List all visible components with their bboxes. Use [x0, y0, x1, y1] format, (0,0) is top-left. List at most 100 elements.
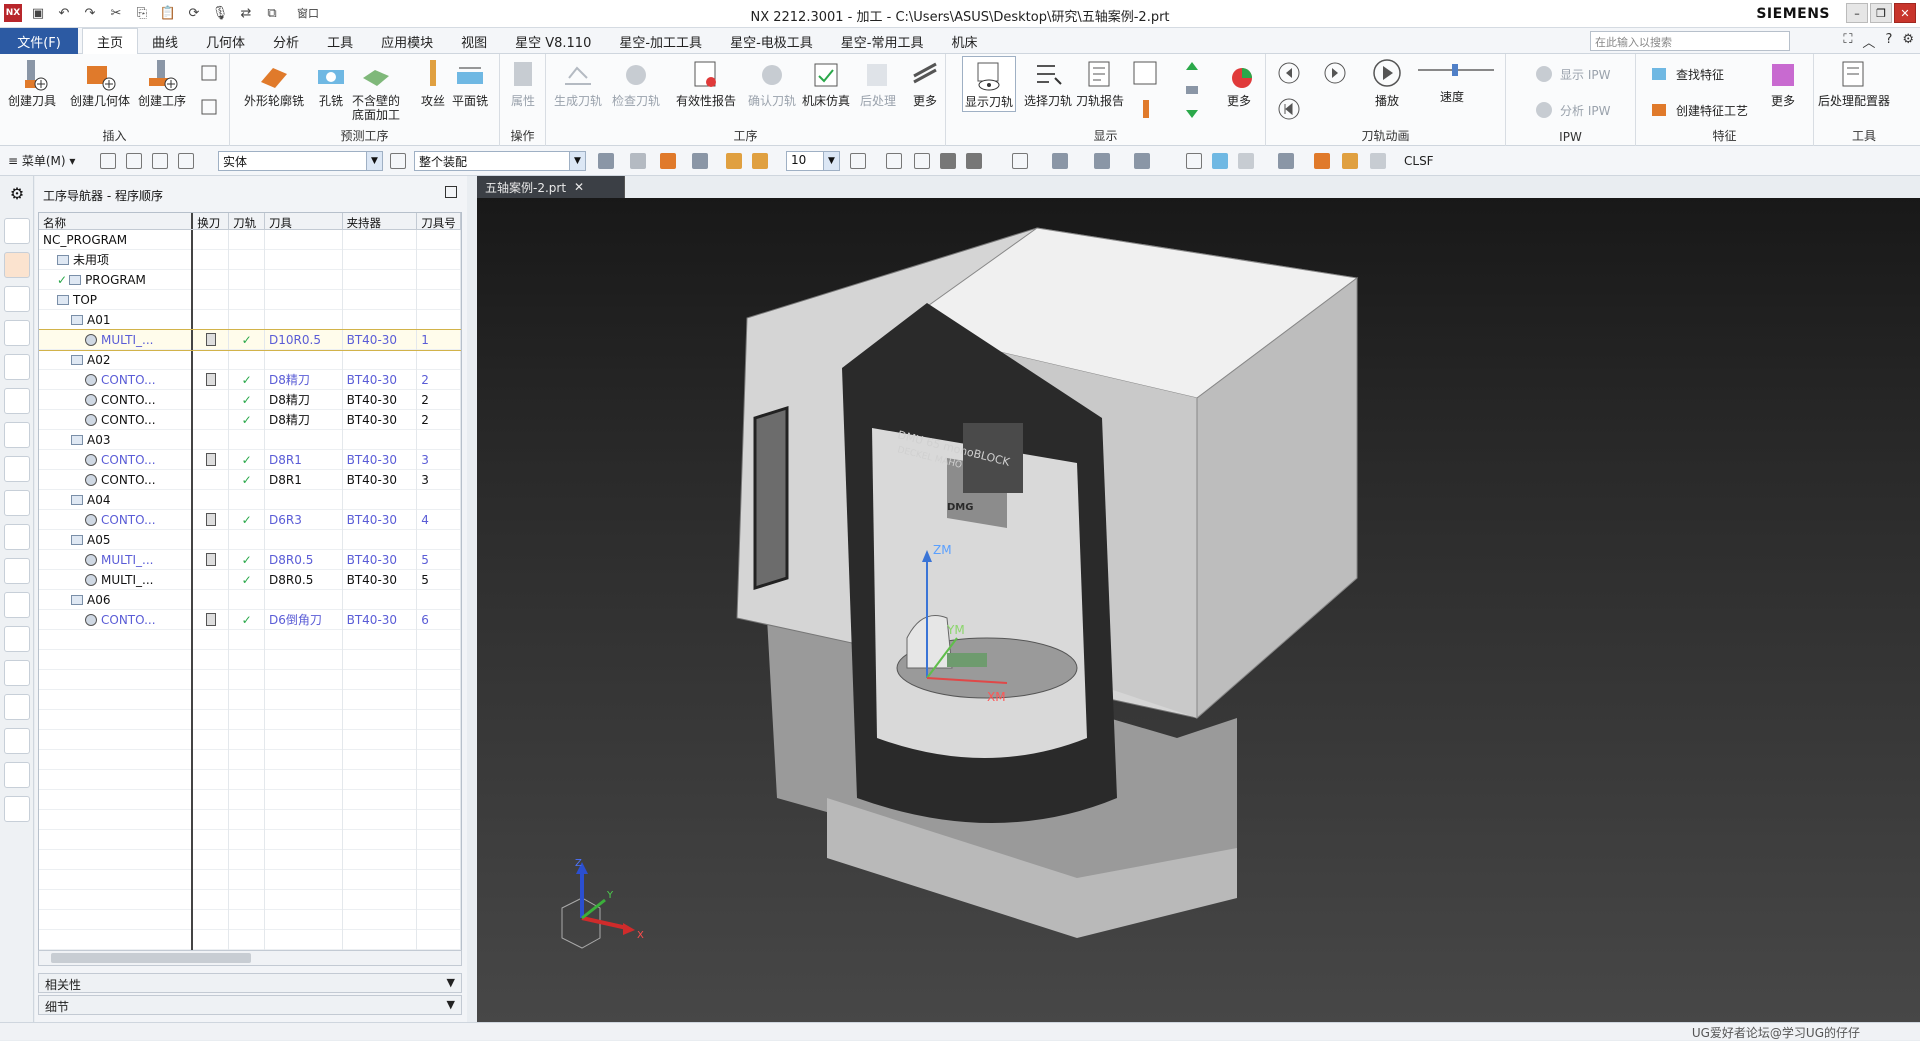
hd3d-tools-icon[interactable]	[4, 422, 30, 448]
restore-button[interactable]: ❐	[1870, 3, 1892, 23]
post-configurator-button[interactable]: 后处理配置器	[1818, 58, 1890, 108]
row-name-cell[interactable]: A04	[39, 489, 194, 510]
roles-icon[interactable]	[4, 592, 30, 618]
table-row[interactable]: CONTO... ✓ D6R3 BT40-30 4	[39, 509, 461, 530]
postprocess-button[interactable]: 后处理	[860, 58, 896, 108]
col-toolchange[interactable]: 换刀	[193, 213, 230, 229]
snap-icon-4[interactable]	[692, 153, 708, 169]
row-name-cell[interactable]: CONTO...	[39, 449, 194, 470]
fixture-icon[interactable]	[4, 762, 30, 788]
help-icon[interactable]: ?	[1885, 32, 1892, 51]
tab-curve[interactable]: 曲线	[138, 28, 192, 54]
table-row[interactable]: A04	[39, 489, 461, 510]
row-name-cell[interactable]: MULTI_...	[39, 569, 194, 590]
type-filter-select[interactable]: 实体 ▼	[218, 151, 383, 171]
main-menu-button[interactable]: ≡ 菜单(M) ▾	[8, 152, 75, 169]
view-icon-5[interactable]	[966, 153, 982, 169]
row-name-cell[interactable]: CONTO...	[39, 369, 194, 390]
table-row[interactable]: TOP	[39, 289, 461, 310]
snap-icon-2[interactable]	[630, 153, 646, 169]
fullscreen-icon[interactable]: ⛶	[1843, 32, 1852, 51]
machine-icon[interactable]	[1278, 153, 1294, 169]
table-row[interactable]: MULTI_... ✓ D10R0.5 BT40-30 1	[39, 329, 461, 351]
part-navigator-icon[interactable]	[4, 218, 30, 244]
arrow-down-icon[interactable]	[1184, 104, 1200, 120]
col-name[interactable]: 名称	[39, 213, 194, 229]
tab-home[interactable]: 主页	[82, 28, 139, 54]
close-button[interactable]: ✕	[1894, 3, 1916, 23]
tab-machine[interactable]: 机床	[937, 28, 991, 54]
gear-icon[interactable]: ⚙	[4, 184, 30, 210]
insert-extra-2-icon[interactable]	[200, 98, 218, 116]
table-row[interactable]: CONTO... ✓ D8精刀 BT40-30 2	[39, 409, 461, 430]
feature-more-button[interactable]: 更多	[1766, 58, 1800, 108]
play-button[interactable]: 播放	[1370, 58, 1404, 108]
toolbar-icon-1[interactable]	[100, 153, 116, 169]
machine-model[interactable]: ZM YM XM DMU 65 monoBLOCK DECKEL MAHO DM…	[477, 198, 1920, 1022]
tapping-button[interactable]: 攻丝	[416, 58, 450, 108]
web-browser-icon[interactable]	[4, 456, 30, 482]
create-tool-button[interactable]: 创建刀具	[8, 58, 56, 108]
tab-xingkong[interactable]: 星空 V8.110	[501, 28, 605, 54]
assembly-scope-select[interactable]: 整个装配 ▼	[414, 151, 586, 171]
decimal-places-select[interactable]: 10 ▼	[786, 151, 840, 171]
rewind-icon[interactable]	[1278, 98, 1300, 120]
toolbar-icon-2[interactable]	[126, 153, 142, 169]
table-row[interactable]: CONTO... ✓ D6倒角刀 BT40-30 6	[39, 609, 461, 630]
view-icon-2[interactable]	[886, 153, 902, 169]
table-row[interactable]: A02	[39, 349, 461, 370]
details-panel[interactable]: 细节 ▼	[38, 995, 462, 1015]
view-icon-6[interactable]	[1012, 153, 1028, 169]
view-icon-3[interactable]	[914, 153, 930, 169]
generate-toolpath-button[interactable]: 生成刀轨	[554, 58, 602, 108]
table-row[interactable]: CONTO... ✓ D8精刀 BT40-30 2	[39, 389, 461, 410]
show-ipw-button[interactable]: 显示 IPW	[1534, 64, 1610, 84]
table-row[interactable]: 未用项	[39, 249, 461, 270]
scrollbar-thumb[interactable]	[51, 953, 251, 963]
process-more-button[interactable]: 更多	[908, 58, 942, 108]
row-name-cell[interactable]: MULTI_...	[39, 329, 194, 350]
settings-icon[interactable]: ⚙	[1902, 32, 1914, 51]
document-tab[interactable]: 五轴案例-2.prt ✕	[477, 176, 625, 198]
validity-report-button[interactable]: 有效性报告	[676, 58, 736, 108]
command-search-input[interactable]: 在此输入以搜索	[1590, 31, 1790, 51]
verify-toolpath-button[interactable]: 检查刀轨	[612, 58, 660, 108]
row-name-cell[interactable]: ✓ PROGRAM	[39, 269, 194, 290]
row-name-cell[interactable]: CONTO...	[39, 409, 194, 430]
orient-view-icon[interactable]	[1094, 153, 1110, 169]
table-row[interactable]: CONTO... ✓ D8R1 BT40-30 3	[39, 469, 461, 490]
contour-milling-button[interactable]: 外形轮廓铣	[244, 58, 304, 108]
tab-xingkong-machining[interactable]: 星空-加工工具	[605, 28, 716, 54]
reuse-library-icon[interactable]	[4, 388, 30, 414]
row-name-cell[interactable]: A02	[39, 349, 194, 370]
tab-analysis[interactable]: 分析	[259, 28, 313, 54]
view-icon-4[interactable]	[940, 153, 956, 169]
floor-machining-button[interactable]: 不含壁的 底面加工	[352, 58, 400, 122]
table-row[interactable]: A03	[39, 429, 461, 450]
row-name-cell[interactable]: 未用项	[39, 249, 194, 270]
mcs-icon[interactable]	[1186, 153, 1202, 169]
create-geometry-button[interactable]: 创建几何体	[70, 58, 130, 108]
row-name-cell[interactable]: NC_PROGRAM	[39, 229, 194, 250]
stock-icon[interactable]	[1314, 153, 1330, 169]
close-tab-icon[interactable]: ✕	[574, 180, 584, 194]
row-name-cell[interactable]: A05	[39, 529, 194, 550]
col-holder[interactable]: 夹持器	[343, 213, 418, 229]
view-icon-1[interactable]	[850, 153, 866, 169]
snap-icon-3[interactable]	[660, 153, 676, 169]
process-studio-icon[interactable]	[4, 558, 30, 584]
globe-icon[interactable]	[4, 626, 30, 652]
table-row[interactable]: A01	[39, 309, 461, 330]
graphics-window[interactable]: 五轴案例-2.prt ✕ ZM YM XM DMU 65 monoBLOCK DE…	[477, 176, 1920, 1022]
constraint-navigator-icon[interactable]	[4, 354, 30, 380]
machine-navigator-icon[interactable]	[4, 286, 30, 312]
select-toolpath-button[interactable]: 选择刀轨	[1024, 58, 1072, 108]
file-menu-button[interactable]: 文件(F)	[0, 28, 78, 54]
row-name-cell[interactable]: A03	[39, 429, 194, 450]
row-name-cell[interactable]: CONTO...	[39, 469, 194, 490]
hole-milling-button[interactable]: 孔铣	[314, 58, 348, 108]
display-more-button[interactable]: 更多	[1222, 58, 1256, 108]
layers-icon[interactable]	[1184, 82, 1200, 98]
pencil-icon[interactable]	[1370, 153, 1386, 169]
maximize-panel-icon[interactable]	[445, 186, 457, 198]
